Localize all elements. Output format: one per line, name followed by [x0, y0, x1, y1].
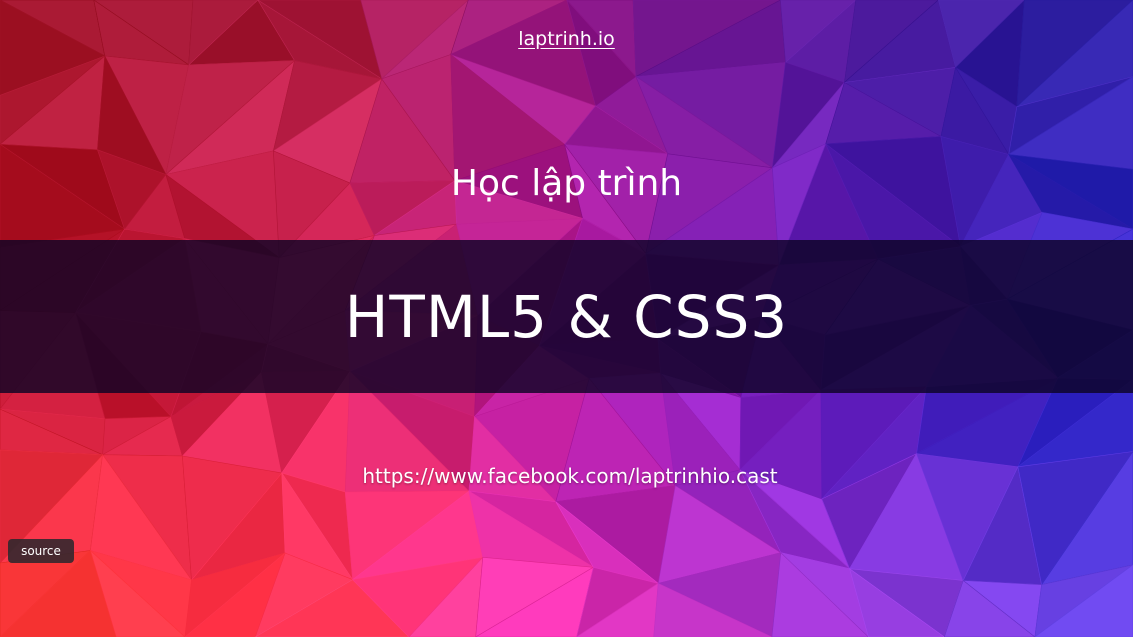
video-frame: laptrinh.io Học lập trình HTML5 & CSS3 h… [0, 0, 1133, 637]
slide-title: HTML5 & CSS3 [344, 283, 789, 351]
source-button[interactable]: source [8, 539, 74, 563]
slide-subtitle: Học lập trình [450, 163, 683, 204]
site-link[interactable]: laptrinh.io [0, 28, 1133, 50]
facebook-link[interactable]: https://www.facebook.com/laptrinhio.cast [0, 464, 1133, 488]
